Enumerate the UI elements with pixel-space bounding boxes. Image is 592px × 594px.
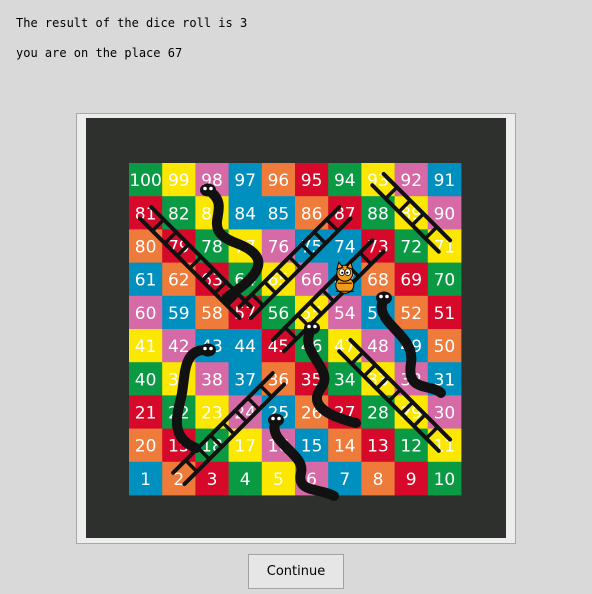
board-cell-number: 14 [334,437,356,457]
board-cell: 59 [162,295,196,330]
board-cell: 5 [261,461,296,496]
board-cell-number: 5 [273,470,284,490]
board-cell: 69 [394,262,429,297]
board-cell-number: 41 [135,337,157,357]
player-token-icon [335,261,355,294]
board-cell: 13 [361,428,395,463]
board-cell-number: 7 [339,470,350,490]
board-cell-number: 90 [434,204,456,224]
board-cell-number: 74 [334,238,356,258]
board-cell-number: 91 [434,171,456,191]
continue-button[interactable]: Continue [248,554,344,589]
board-cell-number: 82 [168,204,190,224]
board-cell-number: 38 [201,370,223,390]
board-cell: 97 [228,163,263,197]
board-cell: 52 [394,295,429,330]
board-cell-number: 30 [434,404,456,424]
board-cell-number: 28 [367,404,389,424]
board-cell-number: 34 [334,370,356,390]
board-cell-number: 96 [268,171,290,191]
board-cell-number: 85 [268,204,290,224]
player-position-text: you are on the place 67 [16,46,183,60]
board-cell: 94 [328,163,362,197]
board-cell: 38 [195,362,229,396]
board-cell-number: 59 [168,304,190,324]
board-cell-number: 4 [240,470,251,490]
board-cell-number: 20 [135,437,157,457]
board-cell: 60 [129,295,163,330]
board-cell-number: 62 [168,271,190,291]
dice-result-text: The result of the dice roll is 3 [16,16,248,30]
board-cell-number: 52 [400,304,422,324]
board-cell: 20 [129,428,163,463]
board-cell: 96 [261,163,296,197]
board-cell: 61 [129,262,163,297]
board-cell-number: 95 [301,171,323,191]
board-cell: 40 [129,362,163,396]
board-cell-number: 50 [434,337,456,357]
board-cell-number: 17 [234,437,256,457]
board-cell-number: 54 [334,304,356,324]
board-cell-number: 97 [234,171,256,191]
board-cell-number: 23 [201,404,223,424]
board-cell-number: 99 [168,171,190,191]
board-cell: 8 [361,461,395,496]
board-cell: 99 [162,163,196,197]
board-cell-number: 60 [135,304,157,324]
board-cell-number: 1 [140,470,151,490]
board-cell: 85 [261,196,296,230]
board-cell-number: 61 [135,271,157,291]
board-cell: 70 [427,262,462,297]
board-cell-number: 68 [367,271,389,291]
board-cell-number: 56 [268,304,290,324]
board-cell-number: 37 [234,370,256,390]
game-board: 100 99 98 97 96 95 94 93 92 9181 82 83 84 85 86 87 88 89 9… [129,163,462,501]
board-cell-number: 3 [207,470,218,490]
board-cell: 21 [129,395,163,429]
board-panel: 100 99 98 97 96 95 94 93 92 91 81 82 83 84 85 86 87 88 89 9… [86,118,506,538]
board-cell-number: 94 [334,171,356,191]
board-cell: 100 [129,163,163,197]
board-cell-number: 72 [400,238,422,258]
board-cell-number: 66 [301,271,323,291]
board-cell-number: 9 [406,470,417,490]
board-cell-number: 44 [234,337,256,357]
board-cell: 10 [427,461,462,496]
board-cell-number: 92 [400,171,422,191]
board-cell: 14 [328,428,362,463]
board-cell-number: 10 [434,470,456,490]
board-cell-number: 15 [301,437,323,457]
board-cell-number: 21 [135,404,157,424]
board-cell: 91 [427,163,462,197]
board-cell-number: 69 [400,271,422,291]
board-cell-number: 100 [129,171,161,191]
board-cell-number: 80 [135,238,157,258]
board-cell-number: 58 [201,304,223,324]
board-cell-number: 40 [135,370,157,390]
board-cell: 50 [427,329,462,363]
board-cell-number: 51 [434,304,456,324]
board-cell: 9 [394,461,429,496]
board-cell: 84 [228,196,263,230]
board-cell: 1 [129,461,163,496]
board-cell-number: 86 [301,204,323,224]
board-cell-number: 88 [367,204,389,224]
board-cell-number: 12 [400,437,422,457]
board-cell-number: 13 [367,437,389,457]
board-cell-number: 48 [367,337,389,357]
board-cell: 95 [295,163,329,197]
board-cell: 41 [129,329,163,363]
board-cell-number: 76 [268,238,290,258]
board-cell-number: 78 [201,238,223,258]
board-cell: 51 [427,295,462,330]
board-cell: 44 [228,329,263,363]
board-cell: 4 [228,461,263,496]
board-cell-number: 8 [373,470,384,490]
board-cells: 100 99 98 97 96 95 94 93 92 9181 82 83 84 85 86 87 88 89 9… [129,163,462,496]
board-cell-number: 70 [434,271,456,291]
board-cell-number: 84 [234,204,256,224]
